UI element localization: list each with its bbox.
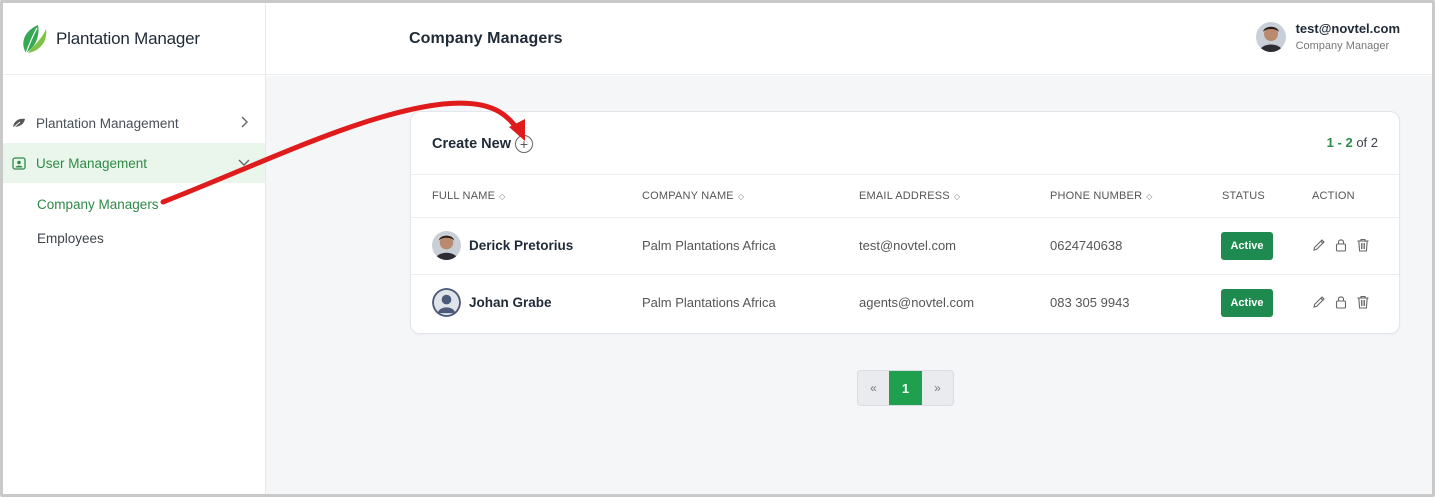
sort-icon: ◇ (1146, 191, 1153, 201)
table-row: Johan Grabe Palm Plantations Africa agen… (411, 275, 1399, 332)
edit-pencil-icon[interactable] (1311, 294, 1327, 310)
pagination-next-button[interactable]: » (922, 371, 953, 405)
user-menu[interactable]: test@novtel.com Company Manager (1255, 21, 1400, 52)
table-header: FULL NAME ◇ COMPANY NAME ◇ EMAIL ADDRESS ◇ … (411, 175, 1399, 218)
avatar-placeholder (432, 288, 461, 317)
table-row: Derick Pretorius Palm Plantations Africa… (411, 218, 1399, 275)
phone-number: 0624740638 (1050, 238, 1123, 253)
phone-number: 083 305 9943 (1050, 295, 1130, 310)
brand-name: Plantation Manager (56, 28, 200, 48)
chevron-right-icon (241, 116, 248, 128)
column-label: EMAIL ADDRESS (859, 190, 950, 202)
full-name: Johan Grabe (469, 295, 552, 310)
chevron-down-icon (238, 159, 250, 166)
create-new-button[interactable]: Create New + (432, 135, 533, 153)
sort-icon: ◇ (953, 191, 961, 201)
column-label: ACTION (1312, 190, 1355, 202)
sidebar: Plantation Manager Plantation Management… (3, 3, 266, 494)
pagination: « 1 » (857, 370, 954, 406)
full-name: Derick Pretorius (469, 238, 574, 253)
column-status: STATUS (1222, 190, 1265, 202)
column-label: FULL NAME (432, 190, 496, 202)
pagination-prev-button[interactable]: « (858, 371, 889, 405)
card-header: Create New + 1 - 2 of 2 (411, 112, 1399, 175)
managers-card: Create New + 1 - 2 of 2 FULL NAME ◇ COMPA… (410, 111, 1400, 334)
user-email: test@novtel.com (1295, 21, 1400, 36)
edit-pencil-icon[interactable] (1311, 237, 1327, 253)
full-name-cell: Johan Grabe (432, 288, 552, 317)
page-title: Company Managers (409, 30, 563, 47)
sidebar-item-user-management[interactable]: User Management (3, 143, 265, 183)
trash-icon[interactable] (1355, 237, 1371, 253)
email-address: test@novtel.com (859, 238, 957, 253)
sidebar-nav: Plantation Management User Management Co… (3, 75, 265, 255)
create-new-label: Create New (432, 136, 511, 152)
column-label: COMPANY NAME (642, 190, 734, 202)
sidebar-item-label: User Management (36, 155, 148, 171)
lock-icon[interactable] (1333, 237, 1349, 253)
trash-icon[interactable] (1355, 294, 1371, 310)
user-card-icon (12, 156, 26, 170)
brand[interactable]: Plantation Manager (3, 3, 265, 75)
lock-icon[interactable] (1333, 294, 1349, 310)
row-actions (1311, 237, 1371, 253)
full-name-cell: Derick Pretorius (432, 231, 573, 260)
sort-icon: ◇ (737, 191, 745, 201)
user-info: test@novtel.com Company Manager (1296, 21, 1400, 52)
app-window: Plantation Manager Plantation Management… (0, 0, 1435, 497)
sort-icon: ◇ (499, 191, 506, 201)
record-count: 1 - 2 of 2 (1327, 135, 1378, 150)
main-content: Create New + 1 - 2 of 2 FULL NAME ◇ COMPA… (266, 76, 1432, 494)
sidebar-item-employees[interactable]: Employees (3, 221, 265, 255)
pagination-page-button[interactable]: 1 (889, 371, 922, 405)
plus-circle-icon[interactable]: + (514, 135, 533, 153)
status-badge: Active (1221, 289, 1273, 317)
column-label: STATUS (1222, 190, 1265, 202)
user-role: Company Manager (1295, 40, 1390, 52)
sidebar-item-company-managers[interactable]: Company Managers (3, 187, 265, 221)
column-phone-number[interactable]: PHONE NUMBER ◇ (1050, 190, 1153, 202)
column-label: PHONE NUMBER (1050, 190, 1143, 202)
user-management-submenu: Company Managers Employees (3, 183, 265, 255)
company-name: Palm Plantations Africa (642, 295, 776, 310)
column-email-address[interactable]: EMAIL ADDRESS ◇ (859, 190, 960, 202)
company-name: Palm Plantations Africa (642, 238, 776, 253)
sidebar-item-plantation-management[interactable]: Plantation Management (3, 103, 265, 143)
avatar (432, 231, 461, 260)
status-badge: Active (1221, 232, 1273, 260)
sidebar-item-label: Plantation Management (36, 115, 179, 131)
column-company-name[interactable]: COMPANY NAME ◇ (642, 190, 744, 202)
top-header: Company Managers test@novtel.com Company… (266, 3, 1432, 75)
column-action: ACTION (1312, 190, 1355, 202)
record-total: of 2 (1356, 135, 1378, 150)
email-address: agents@novtel.com (859, 295, 975, 310)
avatar (1255, 21, 1286, 52)
record-range: 1 - 2 (1326, 135, 1353, 150)
leaf-logo-icon (23, 24, 47, 53)
leaf-icon (12, 116, 26, 130)
column-full-name[interactable]: FULL NAME ◇ (432, 190, 506, 202)
row-actions (1311, 294, 1371, 310)
